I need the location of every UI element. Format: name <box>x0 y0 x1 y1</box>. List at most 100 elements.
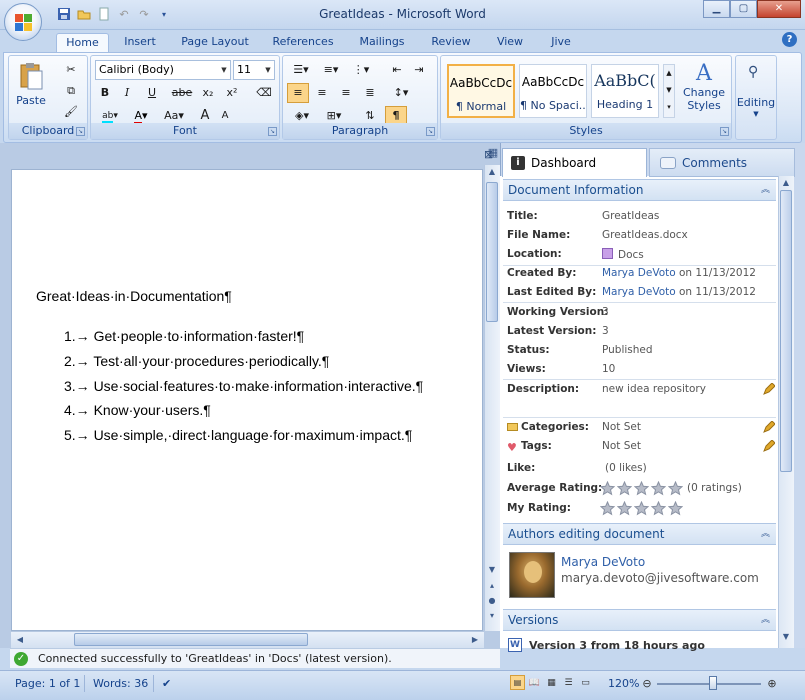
office-button[interactable] <box>4 3 42 41</box>
zoom-level[interactable]: 120% <box>608 675 639 692</box>
avatar[interactable] <box>509 552 555 598</box>
pane-close-icon[interactable]: ⊠ <box>484 148 500 164</box>
maximize-button[interactable]: ▢ <box>730 0 757 18</box>
underline-button[interactable]: U <box>139 83 165 103</box>
tab-home[interactable]: Home <box>56 33 109 52</box>
styles-scroll[interactable]: ▲ ▼ ▾ <box>663 64 675 118</box>
format-painter-icon[interactable]: 🖌 <box>61 102 81 122</box>
list-item[interactable]: 2.→ Test·all·your·procedures·periodicall… <box>64 353 329 369</box>
document-page[interactable]: Great·Ideas·in·Documentation¶ 1.→ Get·pe… <box>11 169 483 631</box>
align-left-icon[interactable]: ≡ <box>287 83 309 103</box>
scroll-left-icon[interactable]: ◀ <box>13 635 27 644</box>
line-spacing-icon[interactable]: ↕▾ <box>387 83 415 103</box>
clear-formatting-icon[interactable]: ⌫ <box>253 83 275 103</box>
authors-header[interactable]: Authors editing document ︽ <box>503 523 776 545</box>
tab-view[interactable]: View <box>492 33 528 52</box>
version-item[interactable]: Version 3 from 18 hours ago <box>529 639 705 652</box>
outline-icon[interactable]: ☰ <box>561 675 576 690</box>
tab-mailings[interactable]: Mailings <box>354 33 410 52</box>
edit-pencil-icon[interactable] <box>763 439 776 452</box>
doc-info-header[interactable]: Document Information ︽ <box>503 179 776 201</box>
page-count[interactable]: Page: 1 of 1 <box>15 675 80 692</box>
paragraph-launcher-icon[interactable]: ↘ <box>426 127 435 136</box>
font-launcher-icon[interactable]: ↘ <box>268 127 277 136</box>
tab-page-layout[interactable]: Page Layout <box>178 33 252 52</box>
bullets-icon[interactable]: ☰▾ <box>287 60 315 80</box>
proofing-icon[interactable]: ✔ <box>153 675 171 692</box>
print-layout-icon[interactable]: ▤ <box>510 675 525 690</box>
copy-icon[interactable]: ⧉ <box>61 81 81 101</box>
versions-header[interactable]: Versions ︽ <box>503 609 776 631</box>
zoom-slider-thumb[interactable] <box>709 676 717 690</box>
scroll-up-icon[interactable]: ▲ <box>779 178 793 187</box>
collapse-icon[interactable]: ︽ <box>761 524 770 545</box>
star-icon[interactable] <box>600 501 615 516</box>
author-name-link[interactable]: Marya DeVoto <box>561 555 645 569</box>
edit-pencil-icon[interactable] <box>763 382 776 395</box>
style-no-spacing[interactable]: AaBbCcDc ¶ No Spaci... <box>519 64 587 118</box>
justify-icon[interactable]: ≣ <box>359 83 381 103</box>
style-heading-1[interactable]: AaBbC( Heading 1 <box>591 64 659 118</box>
tab-insert[interactable]: Insert <box>117 33 163 52</box>
next-page-icon[interactable]: ▾ <box>485 611 499 620</box>
star-icon[interactable] <box>634 501 649 516</box>
italic-button[interactable]: I <box>117 83 137 103</box>
cut-icon[interactable]: ✂ <box>61 60 81 80</box>
scroll-up-icon[interactable]: ▲ <box>485 167 499 176</box>
word-count[interactable]: Words: 36 <box>84 675 148 692</box>
location-value[interactable]: Docs <box>602 248 644 261</box>
created-by-link[interactable]: Marya DeVoto <box>602 267 676 279</box>
strikethrough-button[interactable]: abe <box>169 83 195 103</box>
styles-launcher-icon[interactable]: ↘ <box>720 127 729 136</box>
style-normal[interactable]: AaBbCcDc ¶ Normal <box>447 64 515 118</box>
document-heading[interactable]: Great·Ideas·in·Documentation¶ <box>36 288 232 304</box>
star-icon[interactable] <box>617 501 632 516</box>
editing-group[interactable]: ⚲ Editing ▼ <box>735 55 777 140</box>
decrease-indent-icon[interactable]: ⇤ <box>387 60 407 80</box>
list-item[interactable]: 1.→ Get·people·to·information·faster!¶ <box>64 328 304 344</box>
edited-by-link[interactable]: Marya DeVoto <box>602 286 676 298</box>
scroll-right-icon[interactable]: ▶ <box>468 635 482 644</box>
multilevel-list-icon[interactable]: ⋮▾ <box>347 60 375 80</box>
help-icon[interactable]: ? <box>782 32 797 47</box>
full-screen-reading-icon[interactable]: 📖 <box>527 675 542 690</box>
tab-dashboard[interactable]: i Dashboard <box>502 148 647 177</box>
edit-pencil-icon[interactable] <box>763 420 776 433</box>
font-size-combo[interactable]: 11 ▼ <box>233 60 275 80</box>
change-styles-button[interactable]: A Change Styles <box>679 60 729 122</box>
tab-comments[interactable]: Comments <box>649 148 795 177</box>
draft-icon[interactable]: ▭ <box>578 675 593 690</box>
tab-jive[interactable]: Jive <box>546 33 576 52</box>
superscript-button[interactable]: x² <box>221 83 243 103</box>
list-item[interactable]: 5.→ Use·simple,·direct·language·for·maxi… <box>64 427 412 443</box>
zoom-in-icon[interactable]: ⊕ <box>765 675 779 692</box>
numbering-icon[interactable]: ≡▾ <box>317 60 345 80</box>
star-icon[interactable] <box>668 501 683 516</box>
align-right-icon[interactable]: ≡ <box>335 83 357 103</box>
collapse-icon[interactable]: ︽ <box>761 610 770 631</box>
minimize-button[interactable]: ▁ <box>703 0 730 18</box>
web-layout-icon[interactable]: ▦ <box>544 675 559 690</box>
list-item[interactable]: 4.→ Know·your·users.¶ <box>64 402 211 418</box>
font-name-combo[interactable]: Calibri (Body) ▼ <box>95 60 231 80</box>
bold-button[interactable]: B <box>95 83 115 103</box>
paste-button[interactable]: Paste <box>15 60 47 116</box>
scroll-down-icon[interactable]: ▼ <box>485 565 499 574</box>
increase-indent-icon[interactable]: ⇥ <box>409 60 429 80</box>
pane-scroll-thumb[interactable] <box>780 190 792 472</box>
zoom-out-icon[interactable]: ⊖ <box>640 675 654 692</box>
subscript-button[interactable]: x₂ <box>197 83 219 103</box>
close-button[interactable]: ✕ <box>757 0 801 18</box>
tab-review[interactable]: Review <box>427 33 475 52</box>
my-rating-stars[interactable] <box>600 501 685 519</box>
browse-object-icon[interactable]: ● <box>485 596 499 605</box>
previous-page-icon[interactable]: ▴ <box>485 581 499 590</box>
star-icon[interactable] <box>651 501 666 516</box>
scroll-down-icon[interactable]: ▼ <box>779 632 793 641</box>
document-vertical-scroll-thumb[interactable] <box>486 182 498 322</box>
list-item[interactable]: 3.→ Use·social·features·to·make·informat… <box>64 378 423 394</box>
align-center-icon[interactable]: ≡ <box>311 83 333 103</box>
collapse-icon[interactable]: ︽ <box>761 180 770 201</box>
likes-value[interactable]: (0 likes) <box>605 462 647 474</box>
clipboard-launcher-icon[interactable]: ↘ <box>76 127 85 136</box>
